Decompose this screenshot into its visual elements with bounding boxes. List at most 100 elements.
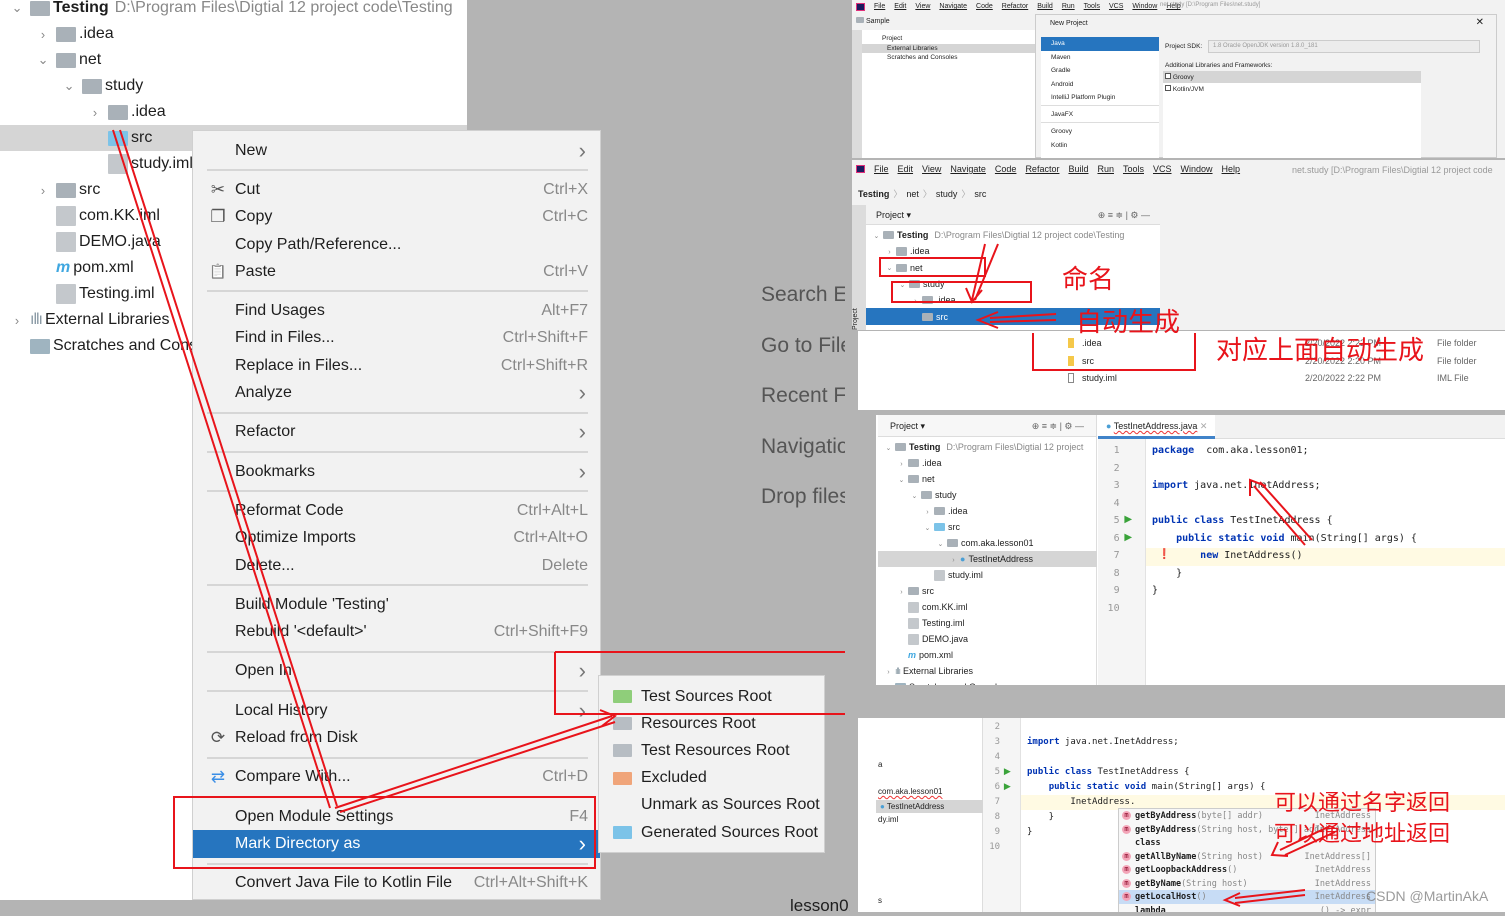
chevron-down-icon[interactable]: ⌄ <box>895 475 908 484</box>
tree-row--idea[interactable]: › .idea <box>0 21 467 47</box>
menu-refactor[interactable]: Refactor <box>1025 164 1059 174</box>
sdk-select[interactable]: 1.8 Oracle OpenJDK version 1.8.0_181 <box>1208 40 1480 53</box>
tree-row--idea[interactable]: › .idea <box>878 455 1097 471</box>
tree-row-com-kk-iml[interactable]: com.KK.iml <box>878 599 1097 615</box>
menu-item-copy-path-reference[interactable]: Copy Path/Reference... <box>193 231 600 258</box>
menu-item-reformat-code[interactable]: Reformat Code Ctrl+Alt+L <box>193 497 600 524</box>
chevron-down-icon[interactable]: ⌄ <box>30 52 56 68</box>
chevron-right-icon[interactable]: › <box>883 247 896 256</box>
menu-item-find-in-files[interactable]: Find in Files... Ctrl+Shift+F <box>193 325 600 352</box>
tree-row-study-iml[interactable]: study.iml <box>878 567 1097 583</box>
chevron-right-icon[interactable]: › <box>895 459 908 468</box>
tree-row-src[interactable]: ⌄ src <box>878 519 1097 535</box>
chevron-right-icon[interactable]: › <box>947 555 960 564</box>
menu-tools[interactable]: Tools <box>1084 3 1100 10</box>
chevron-right-icon[interactable]: › <box>30 183 56 198</box>
menu-item-open-module-settings[interactable]: Open Module Settings F4 <box>193 803 600 830</box>
menu-vcs[interactable]: VCS <box>1109 3 1123 10</box>
chevron-down-icon[interactable]: ⌄ <box>882 443 895 452</box>
submenu-item-test-resources-root[interactable]: Test Resources Root <box>599 737 824 764</box>
tree-item[interactable]: a <box>878 760 882 769</box>
menu-view[interactable]: View <box>922 164 941 174</box>
run-icon[interactable]: ▶ <box>1004 781 1011 792</box>
menu-item-paste[interactable]: 📋 Paste Ctrl+V <box>193 258 600 285</box>
menu-refactor[interactable]: Refactor <box>1002 3 1028 10</box>
tree-row-testing-iml[interactable]: Testing.iml <box>878 615 1097 631</box>
menu-item-copy[interactable]: ❐ Copy Ctrl+C <box>193 204 600 231</box>
panel-title[interactable]: Project <box>862 30 1035 44</box>
lib-groovy[interactable]: Groovy <box>1163 71 1421 83</box>
menu-item-new[interactable]: New › <box>193 137 600 164</box>
breadcrumb-item[interactable]: net <box>906 189 919 199</box>
project-type-android[interactable]: Android <box>1041 78 1159 92</box>
tree-row-net[interactable]: ⌄ net <box>866 260 1160 276</box>
run-icon[interactable]: ▶ <box>1124 514 1132 525</box>
editor-tab[interactable]: ● TestInetAddress.java ✕ <box>1098 415 1216 439</box>
menu-item-convert-java-file-to-kotlin-file[interactable]: Convert Java File to Kotlin File Ctrl+Alt… <box>193 870 600 897</box>
tree-item[interactable]: s <box>878 896 882 905</box>
chevron-right-icon[interactable]: › <box>30 27 56 42</box>
menu-item-build-module-testing[interactable]: Build Module 'Testing' <box>193 591 600 618</box>
project-type-kotlin[interactable]: Kotlin <box>1041 139 1159 153</box>
breadcrumb-item[interactable]: src <box>974 189 986 199</box>
completion-item[interactable]: lambda () -> expr <box>1119 904 1375 913</box>
run-icon[interactable]: ▶ <box>1124 532 1132 543</box>
tree-row-com-aka-lesson01[interactable]: ⌄ com.aka.lesson01 <box>878 535 1097 551</box>
menu-code[interactable]: Code <box>995 164 1017 174</box>
completion-item[interactable]: m getLoopbackAddress() InetAddress <box>1119 863 1375 877</box>
menu-run[interactable]: Run <box>1097 164 1114 174</box>
chevron-down-icon[interactable]: ⌄ <box>870 231 883 240</box>
menu-item-bookmarks[interactable]: Bookmarks › <box>193 458 600 485</box>
chevron-right-icon[interactable]: › <box>4 313 30 328</box>
menu-window[interactable]: Window <box>1132 3 1157 10</box>
tree-row--idea[interactable]: › .idea <box>878 503 1097 519</box>
chevron-down-icon[interactable]: ⌄ <box>934 539 947 548</box>
chevron-down-icon[interactable]: ⌄ <box>896 280 909 289</box>
tree-row-pom-xml[interactable]: m pom.xml <box>878 647 1097 663</box>
completion-item[interactable]: m getByName(String host) InetAddress <box>1119 877 1375 891</box>
menu-item-replace-in-files[interactable]: Replace in Files... Ctrl+Shift+R <box>193 352 600 379</box>
tree-row-net[interactable]: ⌄ net <box>878 471 1097 487</box>
tree-row-demo-java[interactable]: DEMO.java <box>878 631 1097 647</box>
project-type-maven[interactable]: Maven <box>1041 51 1159 65</box>
project-type-groovy[interactable]: Groovy <box>1041 121 1159 139</box>
code-editor[interactable]: 1 package com.aka.lesson01; 2 3 import java.… <box>1098 439 1505 685</box>
menu-item-find-usages[interactable]: Find Usages Alt+F7 <box>193 297 600 324</box>
menu-item-cut[interactable]: ✂ Cut Ctrl+X <box>193 176 600 203</box>
project-type-gradle[interactable]: Gradle <box>1041 64 1159 78</box>
breadcrumb-item[interactable]: study <box>936 189 958 199</box>
tree-row-testinetaddress[interactable]: › ● TestInetAddress <box>878 551 1097 567</box>
submenu-item-resources-root[interactable]: Resources Root <box>599 710 824 737</box>
menu-run[interactable]: Run <box>1062 3 1075 10</box>
chevron-down-icon[interactable]: ⌄ <box>883 263 896 272</box>
menu-item-reload-from-disk[interactable]: ⟳ Reload from Disk <box>193 724 600 751</box>
tree-row-study[interactable]: ⌄ study <box>0 73 467 99</box>
tree-item-selected[interactable]: ● TestInetAddress <box>876 800 983 813</box>
tree-row--idea[interactable]: › .idea <box>0 99 467 125</box>
menu-window[interactable]: Window <box>1181 164 1213 174</box>
submenu-item-generated-sources-root[interactable]: Generated Sources Root <box>599 819 824 846</box>
submenu-item-excluded[interactable]: Excluded <box>599 765 824 792</box>
run-icon[interactable]: ▶ <box>1004 766 1011 777</box>
menu-navigate[interactable]: Navigate <box>939 3 967 10</box>
menu-file[interactable]: File <box>874 3 885 10</box>
menu-item-open-in[interactable]: Open In › <box>193 658 600 685</box>
menu-item-local-history[interactable]: Local History › <box>193 697 600 724</box>
menu-item-compare-with[interactable]: ⇄ Compare With... Ctrl+D <box>193 764 600 791</box>
menu-build[interactable]: Build <box>1068 164 1088 174</box>
chevron-right-icon[interactable]: › <box>909 296 922 305</box>
side-tab-project[interactable]: Project <box>852 308 859 330</box>
tree-row-study[interactable]: ⌄ study <box>866 276 1160 292</box>
chevron-down-icon[interactable]: ⌄ <box>56 78 82 94</box>
chevron-down-icon[interactable]: ⌄ <box>908 491 921 500</box>
tree-item[interactable]: dy.iml <box>878 815 898 824</box>
menu-item-mark-directory-as[interactable]: Mark Directory as › <box>193 830 600 858</box>
tree-row-testing[interactable]: ⌄ Testing D:\Program Files\Digtial 12 proj… <box>878 439 1097 455</box>
menu-item-delete[interactable]: Delete... Delete <box>193 552 600 579</box>
explorer-row[interactable]: study.iml 2/20/2022 2:22 PM IML File <box>1068 371 1505 389</box>
tree-row-study[interactable]: ⌄ study <box>878 487 1097 503</box>
submenu-item-test-sources-root[interactable]: Test Sources Root <box>599 683 824 710</box>
tree-row--idea[interactable]: › .idea <box>866 243 1160 259</box>
lib-kotlin[interactable]: Kotlin/JVM <box>1163 83 1421 95</box>
project-type-java[interactable]: Java <box>1041 37 1159 51</box>
